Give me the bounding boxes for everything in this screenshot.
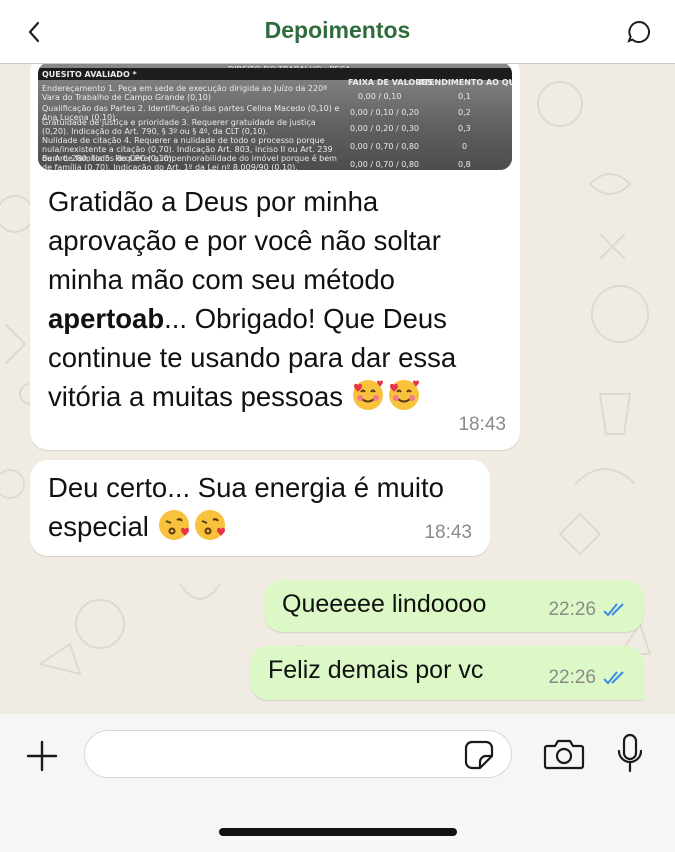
read-receipt-icon [603,603,624,617]
photo-row-range: 0,00 / 0,10 [358,92,402,101]
photo-row-range: 0,00 / 0,20 / 0,30 [350,124,419,133]
face-blowing-kiss-icon [158,510,189,540]
message-text: Queeeee lindoooo [282,590,487,618]
message-bubble-incoming[interactable]: Deu certo... Sua energia é muito especia… [30,460,490,556]
photo-row-text: Bem de família 5. Requerer a impenhorabi… [42,154,337,170]
message-list[interactable]: DIREITO DO TRABALHO - PEÇA QUESITO AVALI… [0,64,675,714]
sticker-icon [464,740,494,770]
microphone-icon [617,733,643,773]
photo-attachment[interactable]: DIREITO DO TRABALHO - PEÇA QUESITO AVALI… [38,64,512,170]
photo-row-text: Endereçamento 1. Peça em sede de execuçã… [42,84,327,102]
message-bubble-outgoing[interactable]: Feliz demais por vc 22:26 [250,646,652,700]
chat-header: Depoimentos [0,0,675,64]
bubble-tail [636,684,652,700]
message-text-part: Gratidão a Deus por minha aprovação e po… [48,186,441,295]
composer-bar [0,714,675,852]
message-text: Feliz demais por vc [268,656,484,684]
face-blowing-kiss-icon [194,510,225,540]
photo-row-text: Gratuidade de justiça e prioridade 3. Re… [42,118,316,136]
photo-row-score: 0,3 [458,124,471,133]
chat-title[interactable]: Depoimentos [0,17,675,44]
home-indicator[interactable] [219,828,457,836]
camera-button[interactable] [540,732,588,776]
search-icon [627,20,650,43]
attach-button[interactable] [20,734,64,778]
photo-row-score: 0,2 [458,108,471,117]
photo-row-range: 0,00 / 0,70 / 0,80 [350,142,419,151]
message-time: 18:43 [424,522,472,543]
photo-col-score: ATENDIMENTO AO QUESITO [418,78,512,87]
message-text: Deu certo... Sua energia é muito especia… [48,468,468,546]
photo-col-item: QUESITO AVALIADO * [42,70,137,79]
message-time: 18:43 [458,414,506,435]
photo-row-score: 0 [462,142,468,151]
camera-icon [543,739,585,770]
smiling-face-with-hearts-icon [388,380,419,410]
plus-icon [26,740,58,772]
photo-row-score: 0,1 [458,92,471,101]
message-text-part: Deu certo... Sua energia é muito especia… [48,472,444,542]
read-receipt-icon [603,671,624,685]
message-time: 22:26 [548,667,596,688]
message-text: Gratidão a Deus por minha aprovação e po… [48,182,510,416]
whatsapp-chat-screen: Depoimentos DIREI [0,0,675,852]
message-input[interactable] [84,730,512,778]
microphone-button[interactable] [610,730,650,778]
sticker-button[interactable] [460,736,498,774]
photo-row-range: 0,00 / 0,10 / 0,20 [350,108,419,117]
message-text-bold: apertoab [48,303,165,334]
photo-row-range: 0,00 / 0,70 / 0,80 [350,160,419,169]
message-bubble-outgoing[interactable]: Queeeee lindoooo 22:26 [264,580,644,632]
search-button[interactable] [619,12,659,52]
message-time: 22:26 [548,599,596,620]
photo-row-score: 0,8 [458,160,471,169]
smiling-face-with-hearts-icon [352,380,383,410]
message-bubble-incoming[interactable]: DIREITO DO TRABALHO - PEÇA QUESITO AVALI… [30,64,520,450]
